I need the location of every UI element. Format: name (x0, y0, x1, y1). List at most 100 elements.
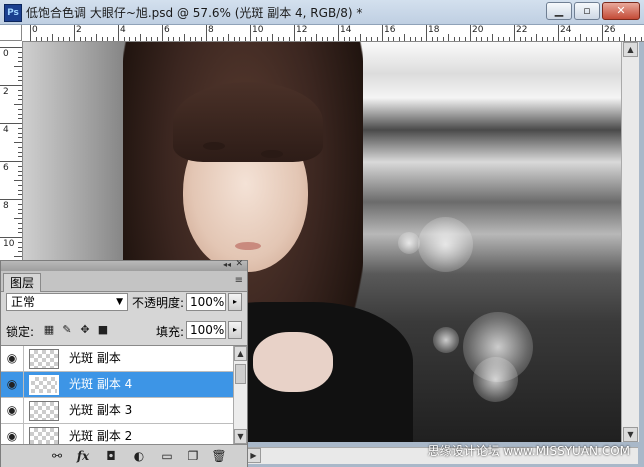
horizontal-ruler[interactable]: 0 2 4 6 8 10 12 14 16 18 20 22 24 26 (22, 25, 644, 42)
ruler-minor-tick (409, 37, 411, 41)
fill-input[interactable]: 100% (186, 321, 226, 339)
ruler-minor-tick (18, 246, 22, 248)
link-icon[interactable]: ⚯ (49, 448, 65, 464)
vertical-scrollbar[interactable]: ▲ ▼ (621, 42, 639, 442)
ruler-minor-tick (459, 37, 460, 41)
opacity-label: 不透明度: (132, 296, 185, 310)
visibility-eye-icon[interactable]: ◉ (1, 372, 24, 397)
ruler-minor-tick (18, 241, 22, 243)
lock-brush-icon[interactable]: ✎ (61, 324, 73, 336)
ruler-minor-tick (420, 37, 422, 41)
lock-label: 锁定: (6, 325, 35, 339)
ruler-minor-tick (349, 37, 350, 41)
scroll-up-arrow-icon[interactable]: ▲ (234, 346, 247, 361)
ruler-origin[interactable] (0, 25, 22, 41)
ruler-minor-tick (222, 37, 224, 41)
ruler-minor-tick (569, 37, 570, 41)
folder-icon[interactable]: ▭ (159, 448, 175, 464)
blend-mode-select[interactable]: 正常 ▼ (6, 293, 128, 311)
lock-move-icon[interactable]: ✥ (79, 324, 91, 336)
ruler-minor-tick (18, 70, 22, 72)
collapse-icon[interactable]: ◂◂ (223, 260, 231, 269)
fx-icon[interactable]: fx (75, 448, 91, 464)
new-layer-icon[interactable]: ❐ (185, 448, 201, 464)
layer-thumbnail (29, 349, 59, 369)
lock-all-icon[interactable]: ■ (97, 324, 109, 336)
ruler-minor-tick (442, 37, 444, 41)
ruler-minor-tick (18, 75, 22, 77)
visibility-eye-icon[interactable]: ◉ (1, 346, 24, 371)
visibility-eye-icon[interactable]: ◉ (1, 424, 24, 444)
ruler-minor-tick (437, 37, 438, 41)
adjustment-icon[interactable]: ◐ (131, 448, 147, 464)
ruler-minor-tick (475, 37, 477, 41)
ruler-label: 16 (384, 25, 396, 35)
bokeh-spot (433, 327, 459, 353)
layer-row[interactable]: ◉ 光斑 副本 3 (1, 398, 233, 424)
ruler-minor-tick (18, 89, 22, 91)
close-button[interactable]: ✕ (602, 2, 640, 20)
trash-icon[interactable]: 🗑 (211, 448, 227, 464)
portrait-lips (235, 242, 261, 250)
ruler-minor-tick (18, 170, 22, 172)
ruler-minor-tick (530, 37, 532, 41)
ruler-label: 8 (208, 25, 214, 35)
panel-grip[interactable]: ◂◂ ✕ (1, 259, 247, 271)
opacity-slider-button[interactable]: ▸ (228, 293, 242, 311)
ruler-major-tick (338, 25, 339, 41)
bokeh-spot (473, 357, 518, 402)
ruler-minor-tick (266, 37, 268, 41)
ruler-minor-tick (18, 146, 22, 148)
layer-row[interactable]: ◉ 光斑 副本 (1, 346, 233, 372)
lock-transparent-icon[interactable]: ▦ (43, 324, 55, 336)
ruler-minor-tick (365, 37, 367, 41)
ruler-major-tick (0, 85, 22, 86)
ruler-minor-tick (18, 227, 22, 229)
ruler-major-tick (602, 25, 603, 41)
ruler-major-tick (0, 47, 22, 48)
layer-name: 光斑 副本 (69, 351, 121, 365)
ruler-minor-tick (492, 34, 493, 41)
opacity-input[interactable]: 100% (186, 293, 226, 311)
ruler-minor-tick (371, 37, 372, 41)
ruler-minor-tick (46, 37, 48, 41)
ruler-label: 12 (296, 25, 308, 35)
restore-button[interactable]: ▫ (574, 2, 600, 20)
visibility-eye-icon[interactable]: ◉ (1, 398, 24, 423)
portrait-bangs (173, 82, 323, 162)
scroll-thumb[interactable] (235, 364, 246, 384)
portrait-eye (261, 150, 283, 158)
ruler-minor-tick (18, 222, 22, 224)
ruler-minor-tick (200, 37, 202, 41)
ruler-minor-tick (184, 34, 185, 41)
ruler-minor-tick (360, 34, 361, 41)
fill-slider-button[interactable]: ▸ (228, 321, 242, 339)
ruler-minor-tick (14, 218, 22, 219)
scroll-up-arrow-icon[interactable]: ▲ (623, 42, 638, 57)
ruler-minor-tick (453, 37, 455, 41)
ruler-minor-tick (327, 37, 328, 41)
ruler-minor-tick (536, 34, 537, 41)
scroll-down-arrow-icon[interactable]: ▼ (623, 427, 638, 442)
panel-close-icon[interactable]: ✕ (235, 259, 243, 269)
ruler-minor-tick (624, 34, 625, 41)
layer-row-selected[interactable]: ◉ 光斑 副本 4 (1, 372, 233, 398)
scroll-right-arrow-icon[interactable]: ▶ (246, 448, 261, 463)
ruler-label: 10 (252, 25, 264, 35)
scroll-down-arrow-icon[interactable]: ▼ (234, 429, 247, 444)
ruler-major-tick (162, 25, 163, 41)
layer-row[interactable]: ◉ 光斑 副本 2 (1, 424, 233, 444)
ruler-minor-tick (68, 37, 70, 41)
layer-list-scrollbar[interactable]: ▲ ▼ (233, 346, 247, 444)
ruler-minor-tick (640, 37, 642, 41)
ruler-label: 0 (32, 25, 38, 35)
ruler-minor-tick (18, 56, 22, 58)
ruler-minor-tick (18, 118, 22, 120)
mask-icon[interactable]: ◘ (103, 448, 119, 464)
ruler-label: 14 (340, 25, 352, 35)
minimize-button[interactable]: ▁ (546, 2, 572, 20)
ruler-label: 0 (3, 49, 9, 59)
panel-menu-icon[interactable]: ≡ (235, 275, 243, 286)
ruler-minor-tick (464, 37, 466, 41)
tab-layers[interactable]: 图层 (3, 273, 42, 292)
